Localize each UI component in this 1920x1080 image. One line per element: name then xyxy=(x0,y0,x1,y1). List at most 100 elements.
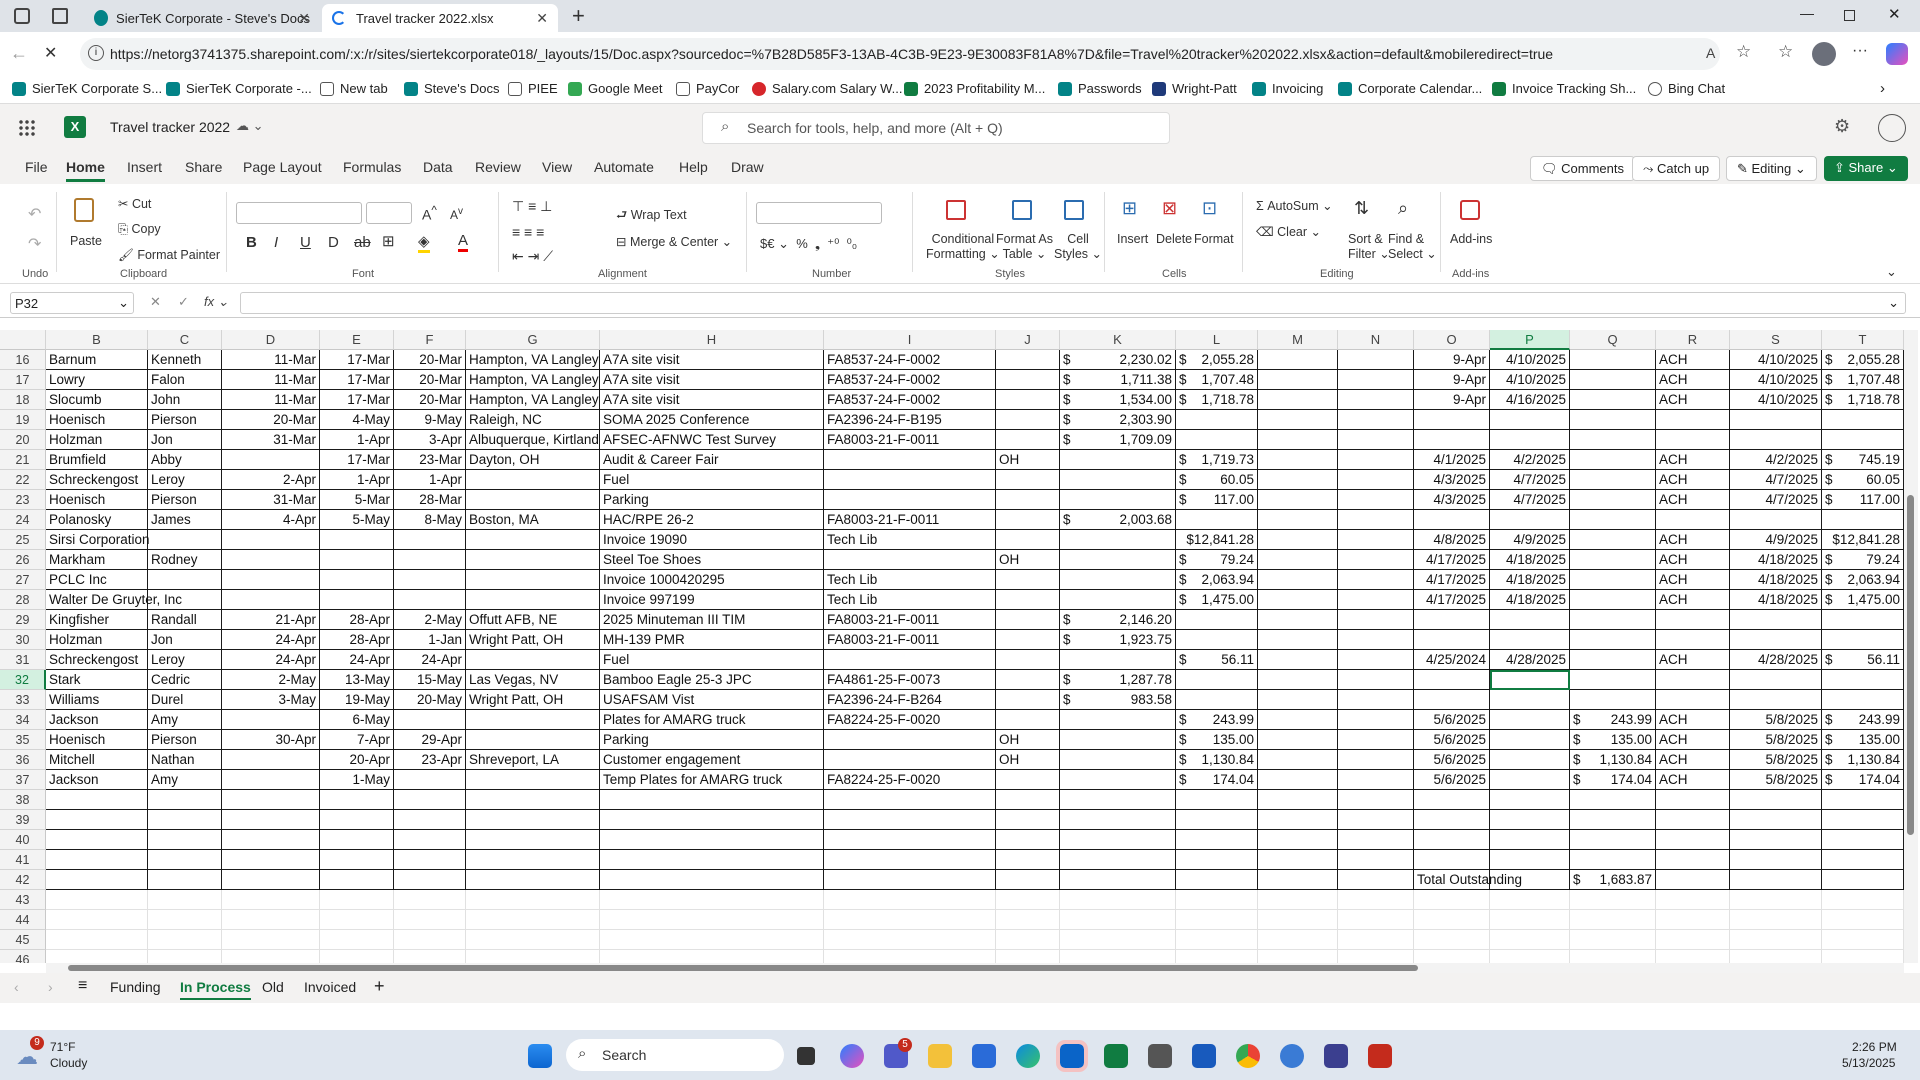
table-cell[interactable] xyxy=(996,510,1060,530)
table-cell[interactable]: 31-Mar xyxy=(222,430,320,450)
table-cell[interactable]: 4/10/2025 xyxy=(1730,370,1822,390)
grid-cell[interactable] xyxy=(1060,890,1176,910)
table-cell[interactable] xyxy=(1490,710,1570,730)
tab-draw[interactable]: Draw xyxy=(731,159,764,175)
column-header[interactable]: R xyxy=(1656,330,1730,350)
table-cell[interactable]: 24-Apr xyxy=(222,650,320,670)
table-cell[interactable] xyxy=(1570,650,1656,670)
table-cell[interactable] xyxy=(466,550,600,570)
table-cell[interactable]: Jackson xyxy=(46,710,148,730)
table-cell[interactable] xyxy=(466,490,600,510)
grid-cell[interactable] xyxy=(1822,950,1904,963)
table-cell[interactable] xyxy=(1258,670,1338,690)
table-cell[interactable]: Hampton, VA Langley xyxy=(466,390,600,410)
table-cell[interactable] xyxy=(1176,790,1258,810)
table-cell[interactable] xyxy=(1490,790,1570,810)
table-cell[interactable]: 20-Mar xyxy=(222,410,320,430)
table-cell[interactable] xyxy=(320,570,394,590)
tab-file[interactable]: File xyxy=(25,159,48,175)
table-cell[interactable]: 23-Mar xyxy=(394,450,466,470)
table-cell[interactable] xyxy=(996,810,1060,830)
table-cell[interactable] xyxy=(222,570,320,590)
table-cell[interactable] xyxy=(1730,410,1822,430)
column-header[interactable]: D xyxy=(222,330,320,350)
sheet-tab-invoiced[interactable]: Invoiced xyxy=(304,979,356,995)
column-header[interactable]: F xyxy=(394,330,466,350)
table-cell[interactable] xyxy=(1730,630,1822,650)
table-cell[interactable]: $174.04 xyxy=(1822,770,1904,790)
table-cell[interactable] xyxy=(824,730,996,750)
grid-cell[interactable] xyxy=(1060,910,1176,930)
new-tab-icon[interactable]: + xyxy=(572,3,585,29)
strikethrough-icon[interactable]: ab xyxy=(354,234,371,251)
row-header[interactable]: 37 xyxy=(0,770,46,790)
table-cell[interactable]: $243.99 xyxy=(1176,710,1258,730)
grid-cell[interactable] xyxy=(1338,910,1414,930)
table-cell[interactable]: $60.05 xyxy=(1822,470,1904,490)
table-cell[interactable] xyxy=(1570,510,1656,530)
table-cell[interactable]: Parking xyxy=(600,730,824,750)
table-cell[interactable] xyxy=(1258,570,1338,590)
table-cell[interactable] xyxy=(996,650,1060,670)
scroll-thumb[interactable] xyxy=(68,965,1418,971)
column-header[interactable]: M xyxy=(1258,330,1338,350)
table-cell[interactable]: 4/16/2025 xyxy=(1490,390,1570,410)
prev-sheet-icon[interactable]: ‹ xyxy=(14,979,19,995)
table-cell[interactable]: 2025 Minuteman III TIM xyxy=(600,610,824,630)
tab-data[interactable]: Data xyxy=(423,159,453,175)
table-cell[interactable]: 4/17/2025 xyxy=(1414,550,1490,570)
table-cell[interactable]: ACH xyxy=(1656,370,1730,390)
sheet-tab-in-process[interactable]: In Process xyxy=(180,979,251,1000)
collapse-ribbon-icon[interactable]: ⌄ xyxy=(1886,264,1897,280)
table-cell[interactable] xyxy=(46,870,148,890)
row-header[interactable]: 21 xyxy=(0,450,46,470)
excel-app-icon[interactable] xyxy=(1104,1044,1128,1068)
table-cell[interactable]: Offutt AFB, NE xyxy=(466,610,600,630)
table-cell[interactable] xyxy=(1570,790,1656,810)
table-cell[interactable]: HAC/RPE 26-2 xyxy=(600,510,824,530)
table-cell[interactable]: Bamboo Eagle 25-3 JPC xyxy=(600,670,824,690)
table-cell[interactable] xyxy=(996,710,1060,730)
chrome-icon[interactable] xyxy=(1236,1044,1260,1068)
table-cell[interactable] xyxy=(1258,550,1338,570)
table-cell[interactable]: FA4861-25-F-0073 xyxy=(824,670,996,690)
table-cell[interactable] xyxy=(466,850,600,870)
table-cell[interactable] xyxy=(222,830,320,850)
table-cell[interactable] xyxy=(148,570,222,590)
table-cell[interactable]: Barnum xyxy=(46,350,148,370)
table-cell[interactable]: Kingfisher xyxy=(46,610,148,630)
table-cell[interactable] xyxy=(148,810,222,830)
grid-cell[interactable] xyxy=(1570,890,1656,910)
column-header[interactable]: I xyxy=(824,330,996,350)
table-cell[interactable] xyxy=(1060,490,1176,510)
table-cell[interactable]: Williams xyxy=(46,690,148,710)
fav-invoicing[interactable]: Invoicing xyxy=(1252,81,1323,96)
table-cell[interactable] xyxy=(1822,870,1904,890)
table-cell[interactable]: USAFSAM Vist xyxy=(600,690,824,710)
format-painter-button[interactable]: 🖌 Format Painter xyxy=(118,248,220,263)
fav-wright-patt[interactable]: Wright-Patt xyxy=(1152,81,1237,96)
table-cell[interactable]: Las Vegas, NV xyxy=(466,670,600,690)
table-cell[interactable] xyxy=(1060,470,1176,490)
table-cell[interactable] xyxy=(1060,550,1176,570)
table-cell[interactable] xyxy=(1490,630,1570,650)
grid-cell[interactable] xyxy=(1338,930,1414,950)
grid-cell[interactable] xyxy=(1490,890,1570,910)
back-icon[interactable]: ← xyxy=(10,43,28,64)
table-cell[interactable] xyxy=(996,570,1060,590)
undo-icon[interactable]: ↶ xyxy=(28,204,41,224)
table-cell[interactable] xyxy=(1570,550,1656,570)
table-cell[interactable]: Total Outstanding xyxy=(1414,870,1522,890)
table-cell[interactable] xyxy=(1656,870,1730,890)
grid-cell[interactable] xyxy=(1414,950,1490,963)
table-cell[interactable]: ACH xyxy=(1656,770,1730,790)
outlook-icon[interactable] xyxy=(1056,1040,1088,1072)
table-cell[interactable] xyxy=(824,810,996,830)
table-cell[interactable]: Cedric xyxy=(148,670,222,690)
table-cell[interactable]: Tech Lib xyxy=(824,530,996,550)
grid-cell[interactable] xyxy=(148,890,222,910)
table-cell[interactable]: 24-Apr xyxy=(320,650,394,670)
table-cell[interactable] xyxy=(1414,790,1490,810)
table-cell[interactable]: ACH xyxy=(1656,570,1730,590)
table-cell[interactable] xyxy=(1656,410,1730,430)
